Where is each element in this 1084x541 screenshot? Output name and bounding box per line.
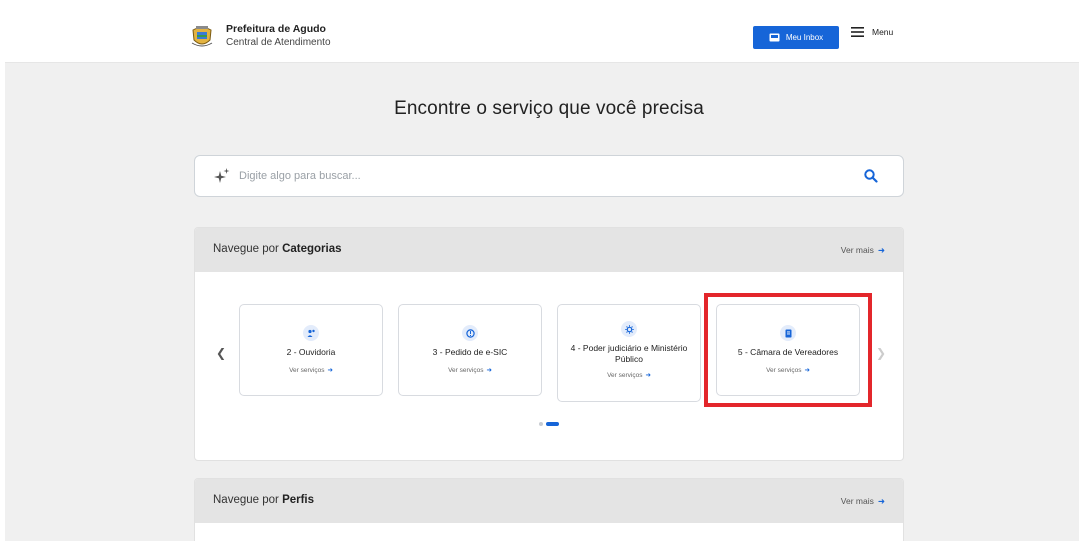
arrow-right-icon: ➜ <box>486 367 492 374</box>
profiles-title-bold: Perfis <box>282 494 315 506</box>
pagination-dot[interactable] <box>539 422 543 426</box>
profiles-title: Navegue por Perfis <box>213 494 314 506</box>
sparkle-icon <box>214 168 230 183</box>
category-card-link-label: Ver serviços <box>607 372 643 379</box>
categories-title: Navegue por Categorias <box>213 243 342 255</box>
profiles-panel: Navegue por Perfis Ver mais ➜ <box>194 478 904 541</box>
profiles-header: Navegue por Perfis Ver mais ➜ <box>195 479 903 523</box>
categories-more-label: Ver mais <box>840 245 874 255</box>
category-card-link-label: Ver serviços <box>289 367 325 374</box>
profiles-more-link[interactable]: Ver mais ➜ <box>841 496 885 507</box>
category-card-link[interactable]: Ver serviços ➜ <box>399 366 541 374</box>
highlight-box <box>704 293 872 407</box>
pagination-dot-active[interactable] <box>546 422 559 426</box>
categories-header: Navegue por Categorias Ver mais ➜ <box>195 228 903 272</box>
search-icon[interactable] <box>864 169 878 183</box>
arrow-right-icon: ➜ <box>877 496 885 506</box>
category-card-title: 2 - Ouvidoria <box>286 347 336 357</box>
menu-button[interactable]: Menu <box>851 27 893 37</box>
inbox-icon <box>769 33 780 42</box>
carousel-next-button[interactable]: ❯ <box>876 346 886 360</box>
category-card-title: 3 - Pedido de e-SIC <box>432 347 508 357</box>
arrow-right-icon: ➜ <box>877 245 885 255</box>
profiles-more-label: Ver mais <box>840 496 874 506</box>
menu-label: Menu <box>872 27 894 37</box>
categories-more-link[interactable]: Ver mais ➜ <box>841 245 885 256</box>
category-card-link-label: Ver serviços <box>448 367 484 374</box>
search-box <box>194 155 904 197</box>
city-crest-logo <box>191 26 213 47</box>
profiles-title-prefix: Navegue por <box>213 494 279 506</box>
page-title: Encontre o serviço que você precisa <box>394 98 704 119</box>
carousel-prev-button[interactable]: ❮ <box>216 346 226 360</box>
carousel-pagination <box>539 422 559 426</box>
inbox-label: Meu Inbox <box>785 33 824 42</box>
gear-icon <box>621 321 637 337</box>
search-input[interactable] <box>239 156 839 196</box>
category-card-link[interactable]: Ver serviços ➜ <box>240 366 382 374</box>
category-card-ouvidoria[interactable]: 2 - Ouvidoria Ver serviços ➜ <box>239 304 383 396</box>
category-card-link[interactable]: Ver serviços ➜ <box>558 371 700 379</box>
category-card-title: 4 - Poder judiciário e Ministério Públic… <box>570 343 688 364</box>
info-icon <box>462 325 478 341</box>
people-icon <box>303 325 319 341</box>
inbox-button[interactable]: Meu Inbox <box>753 26 839 49</box>
category-card-esic[interactable]: 3 - Pedido de e-SIC Ver serviços ➜ <box>398 304 542 396</box>
category-card-judiciario[interactable]: 4 - Poder judiciário e Ministério Públic… <box>557 304 701 402</box>
arrow-right-icon: ➜ <box>645 372 651 379</box>
brand-title: Prefeitura de Agudo <box>226 23 326 35</box>
categories-title-bold: Categorias <box>282 243 342 255</box>
brand-subtitle: Central de Atendimento <box>226 37 331 48</box>
brand[interactable]: Prefeitura de Agudo Central de Atendimen… <box>189 23 331 49</box>
arrow-right-icon: ➜ <box>327 367 333 374</box>
hamburger-icon <box>851 27 864 37</box>
top-header: Prefeitura de Agudo Central de Atendimen… <box>5 10 1079 63</box>
categories-title-prefix: Navegue por <box>213 243 279 255</box>
page-frame: Prefeitura de Agudo Central de Atendimen… <box>5 10 1079 541</box>
